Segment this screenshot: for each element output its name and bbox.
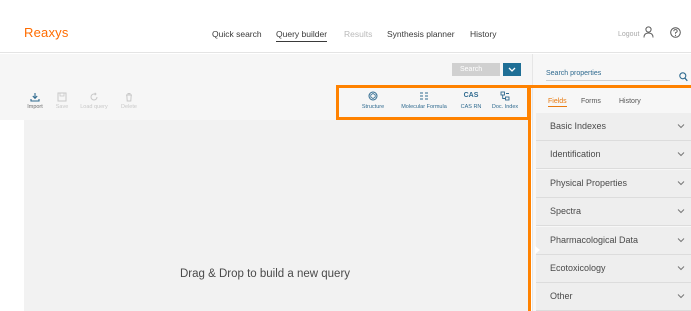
nav-quick-search[interactable]: Quick search	[212, 29, 262, 39]
properties-panel-highlight	[528, 85, 691, 311]
delete-button[interactable]: Delete	[115, 92, 143, 110]
search-button[interactable]: Search	[452, 63, 500, 76]
top-header	[0, 0, 691, 53]
nav-synthesis-planner[interactable]: Synthesis planner	[387, 29, 455, 39]
nav-results[interactable]: Results	[344, 29, 372, 39]
logout-link[interactable]: Logout	[618, 31, 639, 38]
query-canvas[interactable]	[24, 120, 528, 311]
trash-icon	[126, 93, 132, 102]
help-icon[interactable]	[670, 25, 681, 43]
save-label: Save	[55, 104, 69, 110]
search-underline	[546, 80, 670, 81]
import-icon	[30, 93, 40, 102]
load-query-button[interactable]: Load query	[80, 92, 108, 110]
save-icon	[57, 92, 67, 102]
user-icon[interactable]	[643, 25, 654, 43]
import-button[interactable]: Import	[21, 92, 49, 110]
chevron-down-icon	[508, 67, 516, 72]
save-button[interactable]: Save	[48, 92, 76, 110]
search-dropdown-button[interactable]	[503, 63, 521, 76]
nav-query-builder[interactable]: Query builder	[276, 29, 328, 42]
delete-label: Delete	[121, 104, 137, 110]
drop-hint: Drag & Drop to build a new query	[180, 268, 351, 280]
import-label: Import	[27, 104, 43, 110]
reload-icon	[90, 92, 98, 101]
nav-history[interactable]: History	[470, 29, 496, 39]
builder-buttons-highlight	[336, 85, 530, 120]
search-properties-input[interactable]: Search properties	[546, 70, 601, 77]
reaxys-logo[interactable]: Reaxys	[24, 25, 69, 40]
load-query-label: Load query	[80, 104, 108, 110]
